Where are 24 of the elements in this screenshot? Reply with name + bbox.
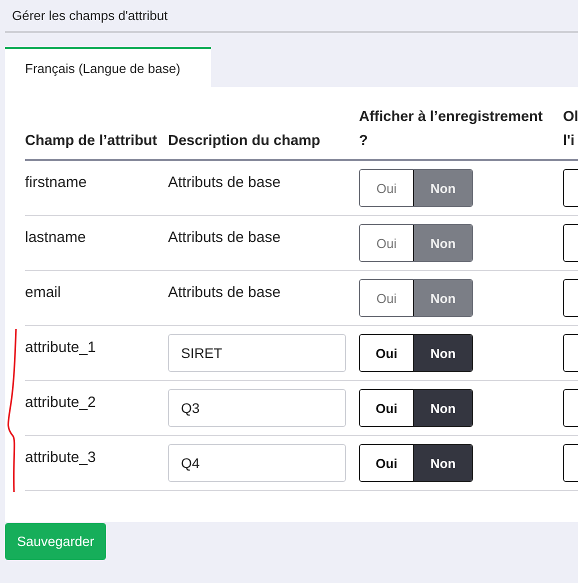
field-name: lastname (25, 229, 86, 246)
description-input[interactable]: SIRET (168, 334, 346, 372)
field-description: Attributs de base (168, 229, 281, 246)
field-name: attribute_1 (25, 339, 96, 356)
toggle-option[interactable]: Non (413, 390, 472, 426)
field-name: firstname (25, 174, 87, 191)
language-tab[interactable]: Français (Langue de base) (5, 47, 211, 87)
field-name: attribute_3 (25, 449, 96, 466)
field-name: email (25, 284, 61, 301)
page-title: Gérer les champs d'attribut (12, 8, 168, 23)
yes-no-toggle[interactable]: Oui Non (359, 334, 473, 372)
column-header: Description du champ (168, 133, 320, 149)
yes-no-toggle[interactable]: Oui Non (359, 444, 473, 482)
column-header: Champ de l’attribut (25, 133, 158, 149)
toggle-option[interactable]: Non (413, 445, 472, 481)
description-input[interactable]: Q3 (168, 389, 346, 427)
yes-no-toggle[interactable]: Oui Non (359, 389, 473, 427)
column-header: Ol l'i (563, 109, 578, 149)
field-name: attribute_2 (25, 394, 96, 411)
field-description: Attributs de base (168, 174, 281, 191)
description-input[interactable]: Q4 (168, 444, 346, 482)
toggle-option[interactable]: Non (413, 335, 472, 371)
field-description: Attributs de base (168, 284, 281, 301)
column-header: Afficher à l’enregistrement ? (359, 109, 543, 149)
